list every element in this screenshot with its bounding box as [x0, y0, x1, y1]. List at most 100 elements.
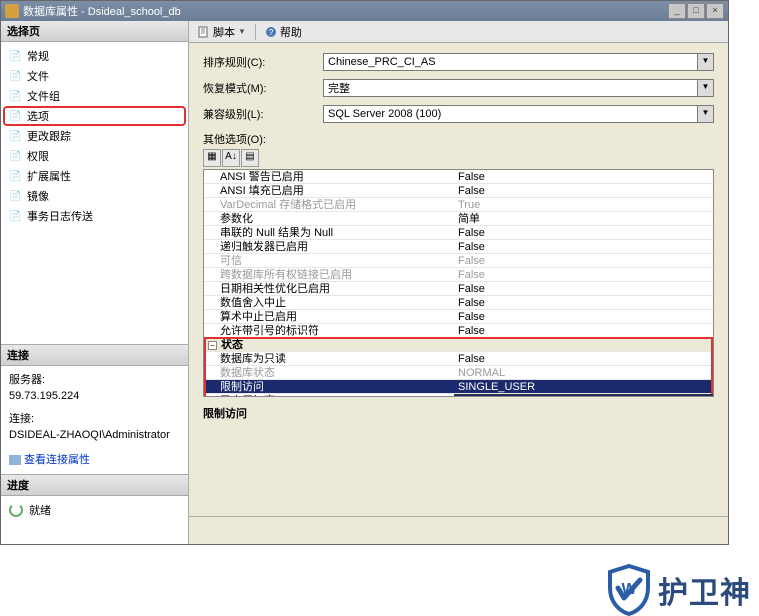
recovery-label: 恢复模式(M):	[203, 80, 323, 96]
svg-text:W: W	[621, 581, 637, 598]
separator	[255, 24, 256, 40]
grid-row[interactable]: 串联的 Null 结果为 NullFalse	[204, 226, 713, 240]
collation-label: 排序规则(C):	[203, 54, 323, 70]
nav-logshipping[interactable]: 📄事务日志传送	[3, 206, 186, 226]
db-icon	[5, 4, 19, 18]
grid-value[interactable]: NORMAL	[454, 366, 713, 379]
close-button[interactable]: ×	[706, 3, 724, 19]
grid-key: 参数化	[204, 212, 454, 225]
collation-combo[interactable]: ▼	[323, 53, 714, 71]
titlebar[interactable]: 数据库属性 - Dsideal_school_db _ □ ×	[1, 1, 728, 21]
sort-categorized-button[interactable]: ▦	[203, 149, 221, 167]
grid-category[interactable]: −状态	[204, 338, 713, 352]
grid-row[interactable]: 可信False	[204, 254, 713, 268]
options-grid[interactable]: ANSI 警告已启用FalseANSI 填充已启用FalseVarDecimal…	[203, 169, 714, 397]
chevron-down-icon: ▼	[238, 27, 246, 36]
grid-key: 允许带引号的标识符	[204, 324, 454, 337]
page-icon: 📄	[9, 171, 23, 181]
grid-row[interactable]: ANSI 警告已启用False	[204, 170, 713, 184]
script-label: 脚本	[213, 24, 235, 40]
grid-row[interactable]: 数值舍入中止False	[204, 296, 713, 310]
combo-dropdown-button[interactable]: ▼	[698, 53, 714, 71]
grid-row[interactable]: VarDecimal 存储格式已启用True	[204, 198, 713, 212]
nav-label: 更改跟踪	[27, 128, 71, 144]
grid-row[interactable]: 数据库状态NORMAL	[204, 366, 713, 380]
collation-input[interactable]	[323, 53, 698, 71]
nav-label: 镜像	[27, 188, 49, 204]
grid-category-label: −状态	[204, 338, 454, 351]
page-icon: 📄	[9, 111, 23, 121]
grid-key: ANSI 警告已启用	[204, 170, 454, 183]
grid-value[interactable]: False	[454, 296, 713, 309]
grid-key: 限制访问	[204, 380, 454, 393]
grid-toolbar: ▦ A↓ ▤	[203, 149, 714, 167]
grid-value[interactable]: False	[454, 254, 713, 267]
grid-row[interactable]: 日期相关性优化已启用False	[204, 282, 713, 296]
link-text: 查看连接属性	[24, 454, 90, 466]
grid-value[interactable]: 简单	[454, 212, 713, 225]
grid-value[interactable]: False	[454, 268, 713, 281]
grid-value[interactable]: False	[454, 240, 713, 253]
grid-row[interactable]: 参数化简单	[204, 212, 713, 226]
grid-value[interactable]: False	[454, 170, 713, 183]
other-options-label: 其他选项(O):	[203, 131, 714, 147]
grid-row[interactable]: 限制访问SINGLE_USER	[204, 380, 713, 394]
maximize-button[interactable]: □	[687, 3, 705, 19]
nav-extprops[interactable]: 📄 扩展属性	[3, 166, 186, 186]
grid-row[interactable]: 递归触发器已启用False	[204, 240, 713, 254]
view-connection-link[interactable]: 查看连接属性	[9, 452, 180, 469]
grid-row[interactable]: 数据库为只读False	[204, 352, 713, 366]
nav-list: 📄常规 📄文件 📄文件组 📄选项 📄更改跟踪 📄权限 📄扩展属性 📄镜像 📄事务…	[1, 42, 188, 230]
nav-permissions[interactable]: 📄权限	[3, 146, 186, 166]
grid-key: 跨数据库所有权链接已启用	[204, 268, 454, 281]
nav-files[interactable]: 📄 文件	[3, 66, 186, 86]
server-label: 服务器:	[9, 372, 180, 389]
compat-input[interactable]	[323, 105, 698, 123]
recovery-combo[interactable]: ▼	[323, 79, 714, 97]
grid-row[interactable]: 跨数据库所有权链接已启用False	[204, 268, 713, 282]
script-button[interactable]: 脚本 ▼	[195, 23, 249, 41]
grid-row[interactable]: 允许带引号的标识符False	[204, 324, 713, 338]
grid-value[interactable]: False	[454, 282, 713, 295]
script-icon	[198, 26, 210, 38]
grid-key: ANSI 填充已启用	[204, 184, 454, 197]
grid-value[interactable]: False	[454, 184, 713, 197]
page-icon: 📄	[9, 211, 23, 221]
grid-row[interactable]: 算术中止已启用False	[204, 310, 713, 324]
page-icon: 📄	[9, 151, 23, 161]
nav-filegroups[interactable]: 📄文件组	[3, 86, 186, 106]
connection-header: 连接	[1, 345, 188, 366]
nav-changetracking[interactable]: 📄更改跟踪	[3, 126, 186, 146]
combo-dropdown-button[interactable]: ▼	[698, 79, 714, 97]
compat-combo[interactable]: ▼	[323, 105, 714, 123]
grid-key: VarDecimal 存储格式已启用	[204, 198, 454, 211]
grid-key: 递归触发器已启用	[204, 240, 454, 253]
grid-row[interactable]: ANSI 填充已启用False	[204, 184, 713, 198]
grid-btn3[interactable]: ▤	[241, 149, 259, 167]
nav-options[interactable]: 📄选项	[3, 106, 186, 126]
minimize-button[interactable]: _	[668, 3, 686, 19]
grid-value[interactable]: True	[454, 198, 713, 211]
collapse-icon[interactable]: −	[208, 341, 217, 350]
grid-value[interactable]: False	[454, 352, 713, 365]
nav-general[interactable]: 📄常规	[3, 46, 186, 66]
grid-value[interactable]: False	[454, 310, 713, 323]
nav-mirroring[interactable]: 📄镜像	[3, 186, 186, 206]
grid-key: 串联的 Null 结果为 Null	[204, 226, 454, 239]
grid-key: 数据库状态	[204, 366, 454, 379]
nav-label: 文件	[27, 68, 49, 84]
recovery-input[interactable]	[323, 79, 698, 97]
nav-label: 扩展属性	[27, 168, 71, 184]
sort-alpha-button[interactable]: A↓	[222, 149, 240, 167]
grid-value[interactable]: SINGLE_USER	[454, 380, 713, 393]
window-title: 数据库属性 - Dsideal_school_db	[23, 3, 668, 19]
svg-text:?: ?	[269, 28, 274, 37]
grid-value[interactable]: False	[454, 324, 713, 337]
page-icon: 📄	[9, 71, 23, 81]
grid-value[interactable]: False	[454, 226, 713, 239]
help-button[interactable]: ? 帮助	[262, 23, 305, 41]
spinner-icon	[9, 503, 23, 517]
grid-key: 可信	[204, 254, 454, 267]
dialog-footer	[189, 516, 728, 544]
combo-dropdown-button[interactable]: ▼	[698, 105, 714, 123]
